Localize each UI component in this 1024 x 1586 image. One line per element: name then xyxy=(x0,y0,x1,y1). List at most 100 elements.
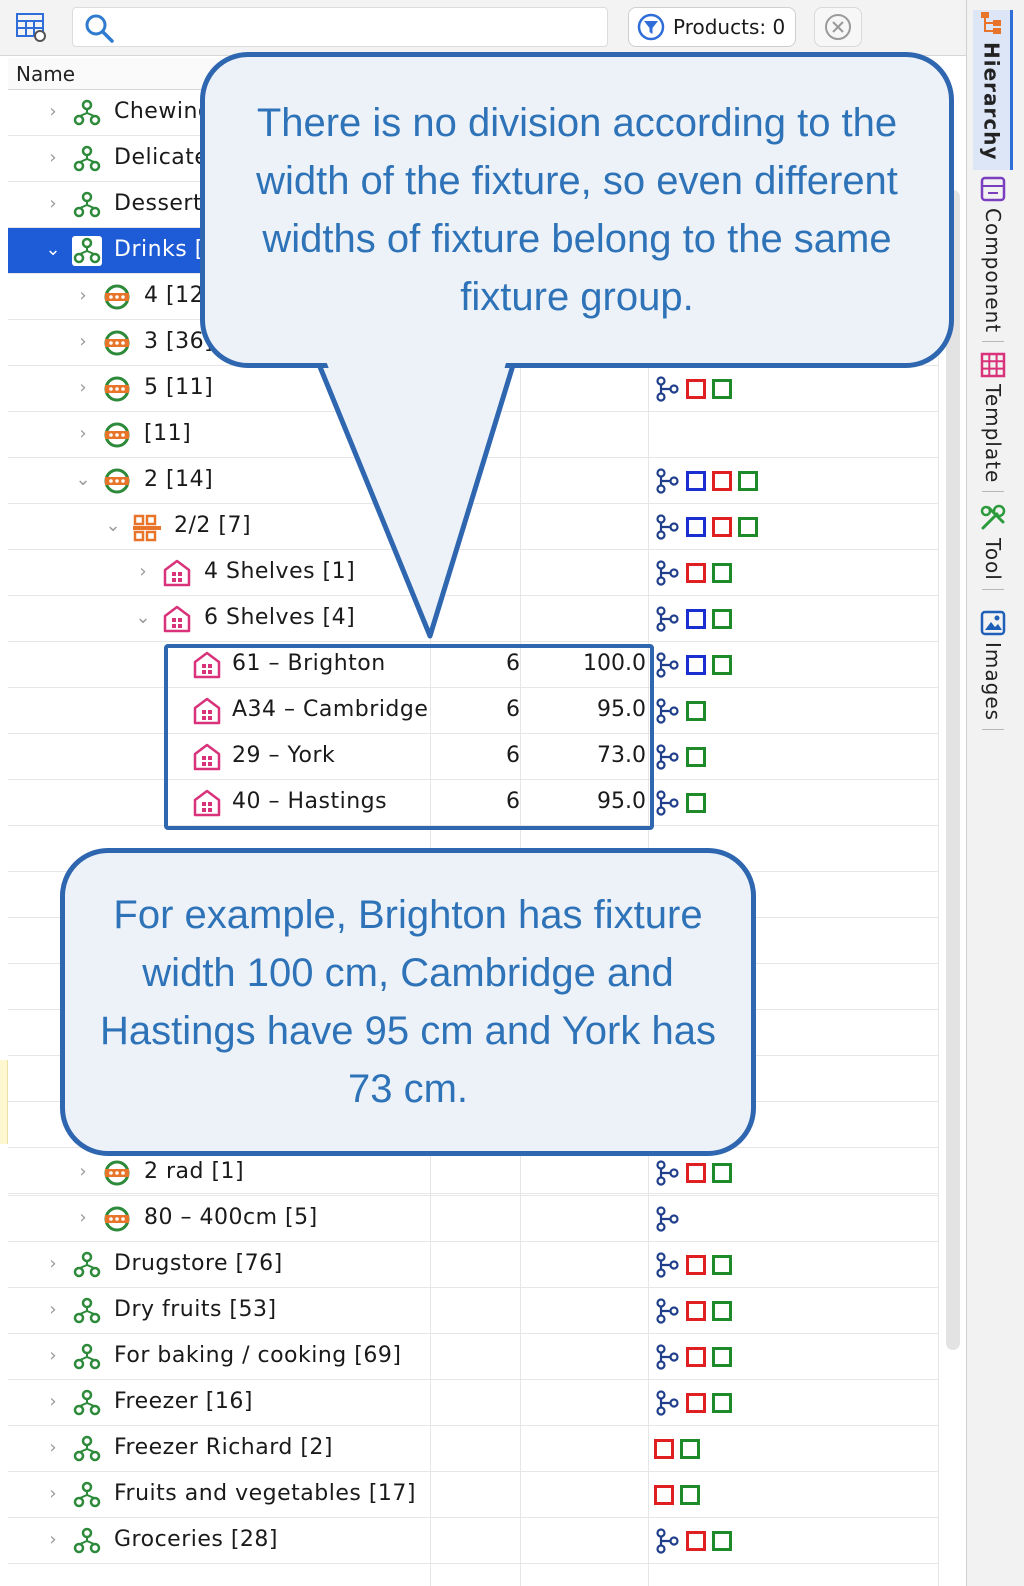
tab-hierarchy[interactable]: Hierarchy xyxy=(973,10,1013,170)
structure-icon xyxy=(656,698,679,724)
filter-icon xyxy=(637,13,665,41)
status-badges xyxy=(654,744,706,770)
store-icon xyxy=(162,604,192,634)
green-square-icon xyxy=(738,517,758,537)
status-badges xyxy=(654,468,758,494)
fixture-group-icon xyxy=(102,282,132,312)
status-badges xyxy=(654,790,706,816)
expand-chevron-icon[interactable]: › xyxy=(44,1436,62,1460)
tree-row[interactable]: › Groceries [28] xyxy=(8,1518,938,1564)
expand-chevron-icon[interactable]: › xyxy=(44,100,62,124)
structure-icon xyxy=(656,376,679,402)
search-input[interactable] xyxy=(72,7,608,47)
status-badges xyxy=(654,376,732,402)
structure-icon xyxy=(656,606,679,632)
red-square-icon xyxy=(712,471,732,491)
category-tree-icon xyxy=(72,1526,102,1556)
callout-top: There is no division according to the wi… xyxy=(200,52,954,368)
tree-row-label: For baking / cooking [69] xyxy=(114,1343,402,1368)
status-badges xyxy=(654,606,732,632)
expand-chevron-icon[interactable]: › xyxy=(44,1390,62,1414)
structure-icon xyxy=(656,1344,679,1370)
highlight-frame xyxy=(164,644,654,830)
products-count-label: Products: 0 xyxy=(673,15,786,39)
vertical-scrollbar[interactable] xyxy=(946,190,960,1350)
structure-icon xyxy=(656,468,679,494)
expand-chevron-icon[interactable]: › xyxy=(44,146,62,170)
blue-square-icon xyxy=(686,609,706,629)
collapse-chevron-icon[interactable]: ⌄ xyxy=(74,468,92,492)
green-square-icon xyxy=(686,793,706,813)
tree-row[interactable]: › Fruits and vegetables [17] xyxy=(8,1472,938,1518)
tree-row-label: Delicate xyxy=(114,145,209,170)
category-tree-icon xyxy=(72,1250,102,1280)
tree-row[interactable]: › Drugstore [76] xyxy=(8,1242,938,1288)
expand-chevron-icon[interactable]: › xyxy=(44,1482,62,1506)
green-square-icon xyxy=(712,1347,732,1367)
tree-row[interactable]: › Freezer [16] xyxy=(8,1380,938,1426)
expand-chevron-icon[interactable]: › xyxy=(74,376,92,400)
tree-row-label: Freezer Richard [2] xyxy=(114,1435,334,1460)
expand-chevron-icon[interactable]: › xyxy=(44,192,62,216)
store-icon xyxy=(162,558,192,588)
fixture-group-icon xyxy=(102,1204,132,1234)
tab-tool[interactable]: Tool xyxy=(973,504,1013,590)
expand-chevron-icon[interactable]: › xyxy=(44,1528,62,1552)
category-tree-icon xyxy=(72,190,102,220)
tree-row[interactable]: › Freezer Richard [2] xyxy=(8,1426,938,1472)
tree-row[interactable]: › 4 Shelves [1] xyxy=(8,550,938,596)
structure-icon xyxy=(656,652,679,678)
red-square-icon xyxy=(686,1301,706,1321)
tree-row[interactable]: › 80 – 400cm [5] xyxy=(8,1196,938,1242)
expand-chevron-icon[interactable]: › xyxy=(74,422,92,446)
tree-row-label: Drugstore [76] xyxy=(114,1251,283,1276)
expand-chevron-icon[interactable]: › xyxy=(74,284,92,308)
status-badges xyxy=(654,514,758,540)
structure-icon xyxy=(656,1206,679,1232)
tab-hierarchy-label: Hierarchy xyxy=(979,42,1004,161)
side-panel: Hierarchy Component Template Tool Images xyxy=(966,0,1024,1586)
expand-chevron-icon[interactable]: › xyxy=(44,1252,62,1276)
tree-row[interactable]: › For baking / cooking [69] xyxy=(8,1334,938,1380)
tools-icon xyxy=(980,504,1006,530)
expand-chevron-icon[interactable]: › xyxy=(44,1344,62,1368)
component-icon xyxy=(980,176,1006,202)
expand-chevron-icon[interactable]: › xyxy=(44,1298,62,1322)
tab-tool-label: Tool xyxy=(981,538,1005,581)
tree-row[interactable]: › 5 [11] xyxy=(8,366,938,412)
expand-chevron-icon[interactable]: › xyxy=(134,560,152,584)
structure-icon xyxy=(656,1390,679,1416)
clear-filter-button[interactable] xyxy=(814,7,862,47)
expand-chevron-icon[interactable]: › xyxy=(74,1206,92,1230)
tab-template-label: Template xyxy=(981,384,1005,484)
tree-row[interactable]: › Dry fruits [53] xyxy=(8,1288,938,1334)
tree-row[interactable]: ⌄ 2/2 [7] xyxy=(8,504,938,550)
callout-bottom: For example, Brighton has fixture width … xyxy=(60,848,756,1156)
blue-square-icon xyxy=(686,655,706,675)
tree-row-label: Groceries [28] xyxy=(114,1527,279,1552)
tree-row[interactable]: ⌄ 2 [14] xyxy=(8,458,938,504)
tab-template[interactable]: Template xyxy=(973,352,1013,493)
collapse-chevron-icon[interactable]: ⌄ xyxy=(104,514,122,538)
collapse-chevron-icon[interactable]: ⌄ xyxy=(134,606,152,630)
tree-row-label: Chewing xyxy=(114,99,213,124)
category-tree-icon xyxy=(72,1480,102,1510)
tree-row[interactable]: › [11] xyxy=(8,412,938,458)
category-tree-icon xyxy=(72,236,102,266)
tab-component-label: Component xyxy=(981,208,1005,334)
collapse-chevron-icon[interactable]: ⌄ xyxy=(44,238,62,262)
status-badges xyxy=(654,1298,732,1324)
structure-icon xyxy=(656,1528,679,1554)
green-square-icon xyxy=(686,701,706,721)
tab-component[interactable]: Component xyxy=(973,176,1013,343)
green-square-icon xyxy=(712,609,732,629)
products-filter-button[interactable]: Products: 0 xyxy=(628,7,796,47)
tree-row-label: 6 Shelves [4] xyxy=(204,605,356,630)
tree-row[interactable]: ⌄ 6 Shelves [4] xyxy=(8,596,938,642)
green-square-icon xyxy=(712,379,732,399)
red-square-icon xyxy=(686,1531,706,1551)
table-settings-icon[interactable] xyxy=(14,10,50,46)
callout-top-text: There is no division according to the wi… xyxy=(256,101,898,319)
tab-images[interactable]: Images xyxy=(973,610,1013,731)
expand-chevron-icon[interactable]: › xyxy=(74,330,92,354)
